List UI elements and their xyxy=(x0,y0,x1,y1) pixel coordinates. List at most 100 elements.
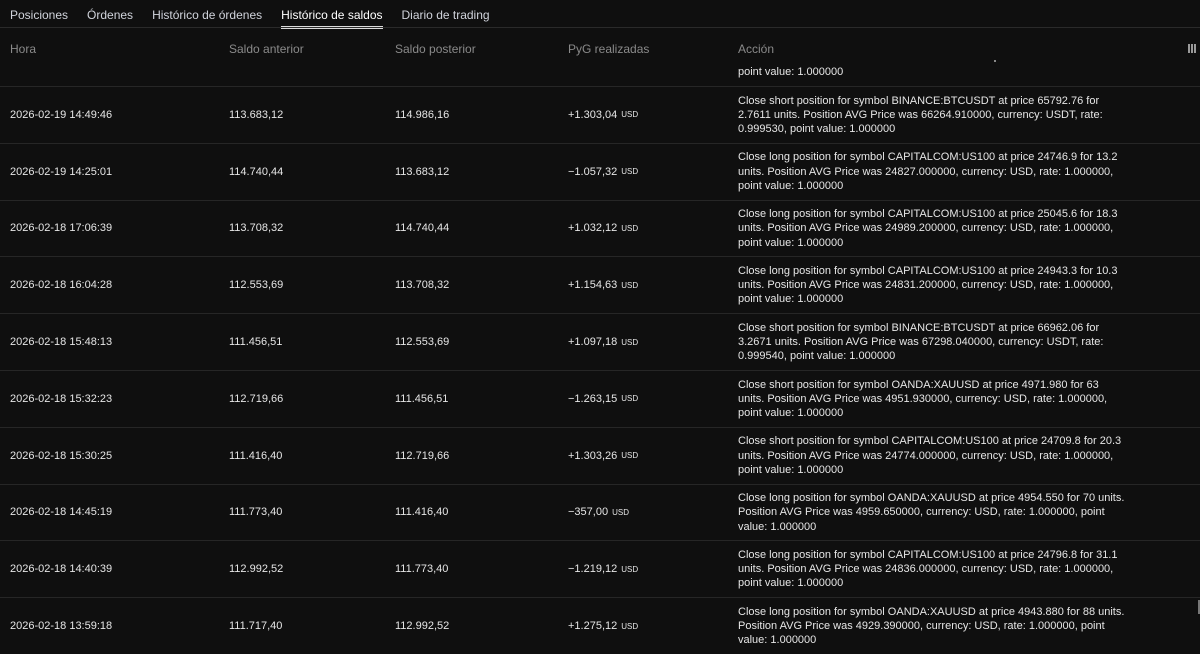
cell-accion: Close long position for symbol OANDA:XAU… xyxy=(738,485,1128,541)
cell-accion: Close long position for symbol CAPITALCO… xyxy=(738,541,1128,597)
cell-accion: Close long position for symbol CAPITALCO… xyxy=(738,144,1128,200)
cell-saldo-anterior: 111.717,40 xyxy=(229,620,283,633)
table-header: Hora Saldo anterior Saldo posterior PyG … xyxy=(0,42,1200,58)
cell-hora: 2026-02-18 14:40:39 xyxy=(10,563,113,576)
cell-accion: Close short position for symbol BINANCE:… xyxy=(738,314,1128,370)
scroll-dot xyxy=(994,60,996,62)
pyg-value: +1.303,04 xyxy=(568,108,618,121)
cell-pyg: +1.154,63 USD xyxy=(568,257,638,313)
cell-pyg: +1.032,12 USD xyxy=(568,201,638,257)
accion-text: Close short position for symbol BINANCE:… xyxy=(738,94,1103,135)
cell-saldo-posterior: 112.992,52 xyxy=(395,620,450,633)
table-row[interactable]: 2026-02-19 14:25:01 114.740,44 113.683,12 −… xyxy=(0,142,1200,200)
tab-ordenes[interactable]: Órdenes xyxy=(87,0,133,29)
pyg-value: −1.263,15 xyxy=(568,392,618,405)
pyg-unit: USD xyxy=(612,507,629,517)
pyg-value: −1.219,12 xyxy=(568,563,618,576)
accion-text: Close long position for symbol CAPITALCO… xyxy=(738,208,1118,249)
pyg-unit: USD xyxy=(621,223,639,233)
pyg-unit: USD xyxy=(621,564,639,574)
tab-historico-ordenes[interactable]: Histórico de órdenes xyxy=(152,0,262,29)
cell-hora: 2026-02-18 15:30:25 xyxy=(10,449,113,462)
cell-hora: 2026-02-19 14:25:01 xyxy=(10,165,113,178)
accion-text: Close short position for symbol OANDA:XA… xyxy=(738,378,1108,419)
cell-hora: 2026-02-18 16:04:28 xyxy=(10,279,113,292)
table-row[interactable]: 2026-02-18 15:48:13 111.456,51 112.553,69 +… xyxy=(0,313,1200,370)
cell-saldo-posterior: 111.456,51 xyxy=(395,392,449,405)
cell-saldo-posterior: 112.719,66 xyxy=(395,449,450,462)
cell-hora: 2026-02-18 15:32:23 xyxy=(10,392,113,405)
cell-accion: Close long position for symbol OANDA:XAU… xyxy=(738,598,1128,654)
table-row[interactable]: 2026-02-19 14:49:46 113.683,12 114.986,16 +… xyxy=(0,86,1200,143)
pyg-unit: USD xyxy=(621,451,639,461)
table-row[interactable]: 2026-02-18 17:06:39 113.708,32 114.740,44 +… xyxy=(0,199,1200,257)
cell-saldo-posterior: 111.416,40 xyxy=(395,506,449,519)
pyg-unit: USD xyxy=(621,280,639,290)
cell-saldo-anterior: 113.708,32 xyxy=(229,222,284,235)
partial-row-text: point value: 1.000000 xyxy=(738,66,844,78)
cell-saldo-anterior: 112.992,52 xyxy=(229,563,284,576)
pyg-unit: USD xyxy=(621,110,639,120)
table-row[interactable]: 2026-02-18 13:59:18 111.717,40 112.992,52 +… xyxy=(0,597,1200,654)
cell-hora: 2026-02-19 14:49:46 xyxy=(10,108,113,121)
pyg-unit: USD xyxy=(621,621,639,631)
table-row[interactable]: 2026-02-18 16:04:28 112.553,69 113.708,32 +… xyxy=(0,256,1200,313)
header-saldo-anterior[interactable]: Saldo anterior xyxy=(229,42,304,56)
cell-pyg: −357,00 USD xyxy=(568,485,629,541)
cell-accion: Close short position for symbol OANDA:XA… xyxy=(738,371,1128,427)
pyg-unit: USD xyxy=(621,167,639,177)
cell-saldo-posterior: 113.708,32 xyxy=(395,279,450,292)
header-saldo-posterior[interactable]: Saldo posterior xyxy=(395,42,476,56)
cell-saldo-posterior: 113.683,12 xyxy=(395,165,450,178)
cell-saldo-anterior: 111.416,40 xyxy=(229,449,283,462)
accion-text: Close long position for symbol CAPITALCO… xyxy=(738,548,1118,590)
table-body: 2026-02-19 14:49:46 113.683,12 114.986,16 +… xyxy=(0,86,1200,654)
accion-text: Close long position for symbol OANDA:XAU… xyxy=(738,492,1125,533)
column-settings-icon[interactable] xyxy=(1188,44,1198,53)
tab-diario-trading[interactable]: Diario de trading xyxy=(402,0,490,29)
cell-saldo-anterior: 113.683,12 xyxy=(229,108,284,121)
accion-text: Close long position for symbol CAPITALCO… xyxy=(738,151,1118,192)
accion-text: Close long position for symbol OANDA:XAU… xyxy=(738,605,1125,647)
pyg-unit: USD xyxy=(621,337,639,347)
table-row[interactable]: 2026-02-18 15:32:23 112.719,66 111.456,51 −… xyxy=(0,369,1200,427)
cell-pyg: −1.263,15 USD xyxy=(568,371,638,427)
pyg-value: +1.275,12 xyxy=(568,620,618,633)
tab-historico-saldos[interactable]: Histórico de saldos xyxy=(281,0,383,29)
header-accion[interactable]: Acción xyxy=(738,42,774,56)
cell-saldo-anterior: 112.719,66 xyxy=(229,392,284,405)
cell-accion: Close short position for symbol BINANCE:… xyxy=(738,87,1128,143)
accion-text: Close long position for symbol CAPITALCO… xyxy=(738,264,1118,306)
cell-accion: Close long position for symbol CAPITALCO… xyxy=(738,257,1128,313)
cell-accion: Close short position for symbol CAPITALC… xyxy=(738,428,1128,484)
cell-accion: Close long position for symbol CAPITALCO… xyxy=(738,201,1128,257)
cell-saldo-anterior: 111.456,51 xyxy=(229,336,283,349)
cell-saldo-anterior: 111.773,40 xyxy=(229,506,283,519)
pyg-value: +1.097,18 xyxy=(568,336,618,349)
cell-pyg: +1.275,12 USD xyxy=(568,598,638,654)
cell-pyg: +1.303,04 USD xyxy=(568,87,638,143)
table-row[interactable]: 2026-02-18 15:30:25 111.416,40 112.719,66 +… xyxy=(0,426,1200,484)
header-pyg[interactable]: PyG realizadas xyxy=(568,42,649,56)
tab-bar: Posiciones Órdenes Histórico de órdenes … xyxy=(0,0,1200,29)
cell-saldo-anterior: 112.553,69 xyxy=(229,279,284,292)
cell-saldo-posterior: 111.773,40 xyxy=(395,563,449,576)
cell-pyg: −1.057,32 USD xyxy=(568,144,638,200)
header-hora[interactable]: Hora xyxy=(10,42,36,56)
cell-pyg: −1.219,12 USD xyxy=(568,541,638,597)
tabs-divider xyxy=(0,27,1200,28)
accion-text: Close short position for symbol CAPITALC… xyxy=(738,435,1122,476)
pyg-value: −357,00 xyxy=(568,506,609,519)
table-row[interactable]: 2026-02-18 14:40:39 112.992,52 111.773,40 −… xyxy=(0,540,1200,597)
cell-saldo-posterior: 114.986,16 xyxy=(395,108,450,121)
cell-saldo-anterior: 114.740,44 xyxy=(229,165,284,178)
table-row[interactable]: 2026-02-18 14:45:19 111.773,40 111.416,40 −… xyxy=(0,483,1200,541)
pyg-value: −1.057,32 xyxy=(568,165,618,178)
cell-hora: 2026-02-18 13:59:18 xyxy=(10,620,113,633)
pyg-unit: USD xyxy=(621,394,639,404)
cell-hora: 2026-02-18 17:06:39 xyxy=(10,222,113,235)
cell-hora: 2026-02-18 15:48:13 xyxy=(10,336,113,349)
pyg-value: +1.154,63 xyxy=(568,279,618,292)
pyg-value: +1.303,26 xyxy=(568,449,618,462)
tab-posiciones[interactable]: Posiciones xyxy=(10,0,68,29)
